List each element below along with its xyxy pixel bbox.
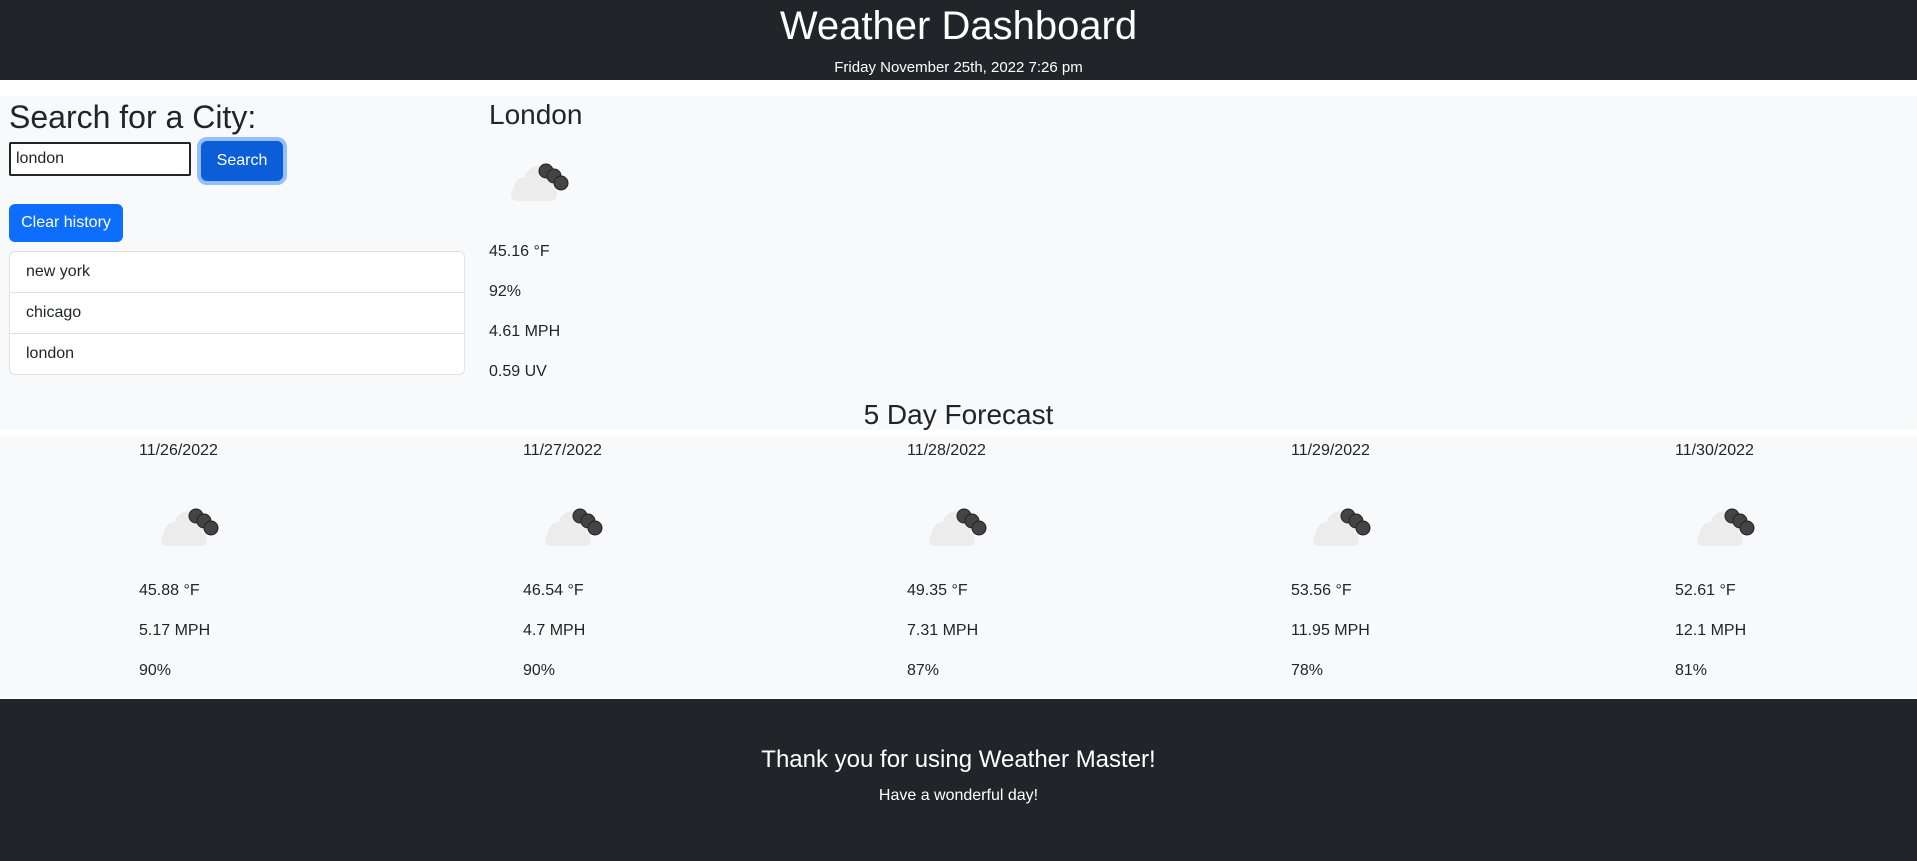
forecast-date: 11/26/2022 — [139, 442, 218, 459]
forecast-wind: 7.31 MPH — [907, 622, 979, 639]
footer-heading: Thank you for using Weather Master! — [761, 746, 1156, 773]
forecast-temperature: 52.61 °F — [1675, 582, 1736, 599]
forecast-temperature: 49.35 °F — [907, 582, 968, 599]
search-heading: Search for a City: — [9, 99, 257, 135]
history-item-chicago[interactable]: chicago — [10, 293, 464, 334]
forecast-temperature: 53.56 °F — [1291, 582, 1352, 599]
current-humidity: 92% — [489, 283, 522, 300]
site-header: Weather Dashboard Friday November 25th, … — [0, 0, 1917, 80]
forecast-date: 11/29/2022 — [1291, 442, 1370, 459]
forecast-humidity: 90% — [139, 662, 172, 679]
cloudy-night-icon — [1697, 508, 1755, 546]
cloudy-night-icon — [161, 508, 219, 546]
history-item-london[interactable]: london — [10, 334, 464, 374]
forecast-heading: 5 Day Forecast — [863, 399, 1054, 430]
forecast-humidity: 81% — [1675, 662, 1708, 679]
city-search-input[interactable] — [9, 142, 191, 176]
forecast-row: 11/26/2022 45.88 °F 5.17 MPH 90% 11/27/2… — [0, 437, 1917, 698]
clear-history-button[interactable]: Clear history — [9, 204, 123, 242]
forecast-date: 11/27/2022 — [523, 442, 602, 459]
cloudy-night-icon — [1313, 508, 1371, 546]
forecast-wind: 11.95 MPH — [1291, 622, 1370, 639]
forecast-date: 11/28/2022 — [907, 442, 986, 459]
search-button[interactable]: Search — [201, 141, 283, 181]
forecast-humidity: 87% — [907, 662, 940, 679]
site-footer: Thank you for using Weather Master! Have… — [0, 699, 1917, 861]
forecast-wind: 5.17 MPH — [139, 622, 211, 639]
current-datetime: Friday November 25th, 2022 7:26 pm — [834, 59, 1083, 76]
cloudy-night-icon — [511, 163, 569, 201]
main-section: Search for a City: Search Clear history … — [0, 96, 1917, 430]
forecast-temperature: 45.88 °F — [139, 582, 200, 599]
forecast-temperature: 46.54 °F — [523, 582, 584, 599]
forecast-humidity: 90% — [523, 662, 556, 679]
cloudy-night-icon — [929, 508, 987, 546]
cloudy-night-icon — [545, 508, 603, 546]
current-wind: 4.61 MPH — [489, 323, 561, 340]
search-history-list: new york chicago london — [9, 251, 465, 375]
footer-subtext: Have a wonderful day! — [878, 787, 1039, 804]
history-item-new-york[interactable]: new york — [10, 252, 464, 293]
current-temperature: 45.16 °F — [489, 243, 550, 260]
forecast-wind: 4.7 MPH — [523, 622, 586, 639]
forecast-wind: 12.1 MPH — [1675, 622, 1747, 639]
current-uv-index: 0.59 UV — [489, 363, 547, 380]
page-title: Weather Dashboard — [779, 4, 1138, 48]
forecast-date: 11/30/2022 — [1675, 442, 1754, 459]
forecast-humidity: 78% — [1291, 662, 1324, 679]
current-city-name: London — [489, 99, 583, 130]
